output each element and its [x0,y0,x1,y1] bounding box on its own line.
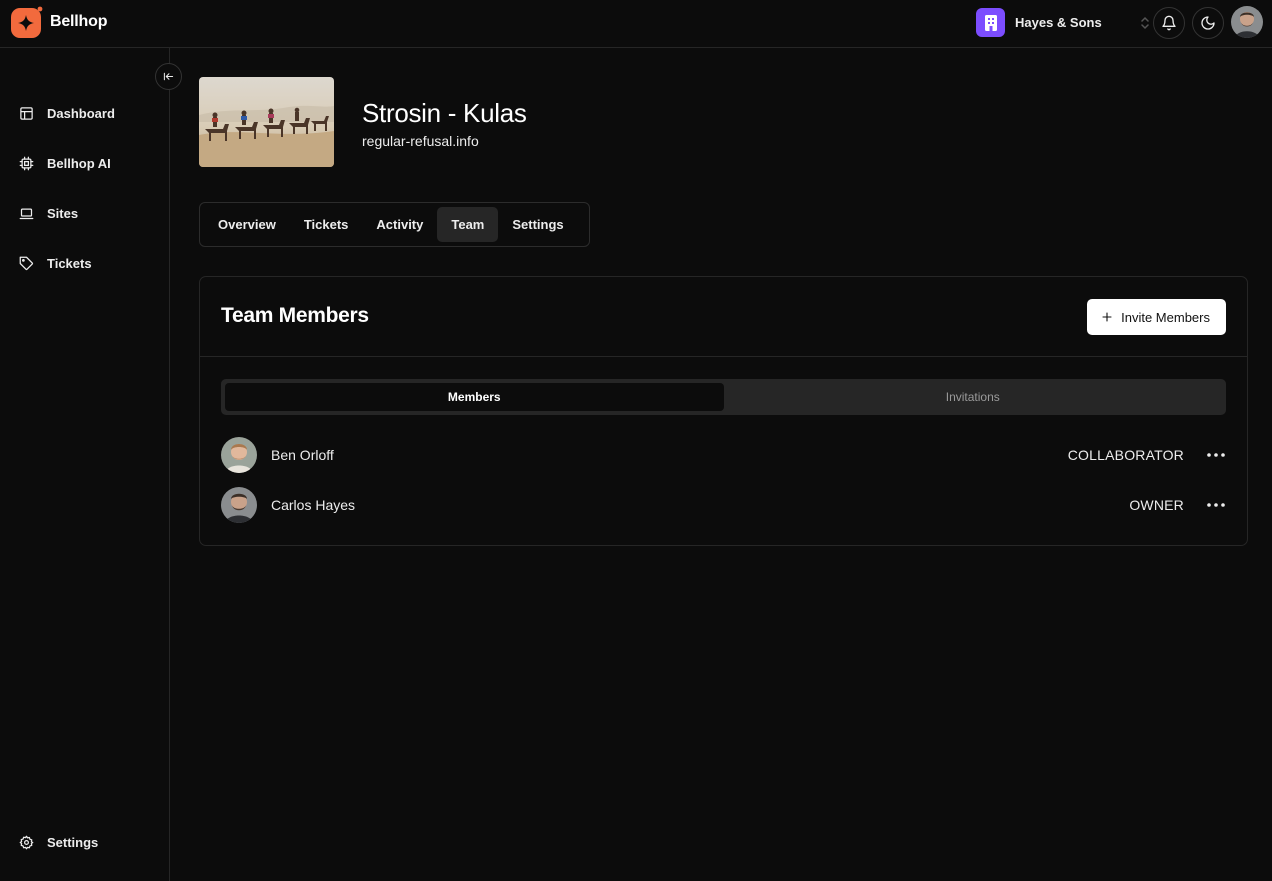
member-name: Ben Orloff [271,447,334,463]
ellipsis-icon [1207,503,1225,507]
segment-invitations[interactable]: Invitations [724,383,1223,411]
gear-icon [18,834,34,850]
arrow-left-to-line-icon [163,72,174,81]
member-role: COLLABORATOR [1067,447,1184,463]
team-members-card: Team Members Invite Members Members Invi… [199,276,1248,546]
sidebar-item-label: Dashboard [47,105,115,121]
organization-switcher[interactable]: Hayes & Sons [976,8,1151,37]
card-title: Team Members [221,304,369,327]
app-logo[interactable]: Bellhop [11,6,107,38]
laptop-icon [18,205,34,221]
member-name: Carlos Hayes [271,497,356,513]
collapse-sidebar-button[interactable] [155,63,182,90]
layout-icon [18,105,34,121]
app-name: Bellhop [50,13,108,30]
member-row: Ben Orloff COLLABORATOR [221,437,1226,473]
sidebar-item-dashboard[interactable]: Dashboard [18,103,115,123]
more-options-button[interactable] [1206,453,1226,457]
tab-activity[interactable]: Activity [362,207,437,242]
user-avatar[interactable] [1231,6,1263,38]
sidebar-item-bellhop-ai[interactable]: Bellhop AI [18,153,111,173]
plus-icon [1102,312,1112,322]
tab-team[interactable]: Team [437,207,499,242]
site-thumbnail [199,77,334,167]
sidebar-item-label: Settings [47,834,99,850]
top-bar: Bellhop Hayes & Sons [0,0,1272,48]
sidebar-item-label: Sites [47,205,79,221]
notifications-button[interactable] [1153,7,1185,39]
sidebar-item-settings[interactable]: Settings [18,832,98,852]
invite-members-label: Invite Members [1121,309,1210,325]
segment-members[interactable]: Members [225,383,724,411]
avatar [221,437,257,473]
page-title: Strosin - Kulas [362,98,527,128]
more-options-button[interactable] [1206,503,1226,507]
sidebar-item-sites[interactable]: Sites [18,203,78,223]
chevrons-up-down-icon [1141,16,1149,29]
tab-overview[interactable]: Overview [204,207,290,242]
ellipsis-icon [1207,453,1225,457]
theme-toggle-button[interactable] [1192,7,1224,39]
site-tabs: Overview Tickets Activity Team Settings [199,202,590,247]
sidebar: Dashboard Bellhop AI Sites Tickets Setti… [0,48,170,881]
sidebar-item-label: Bellhop AI [47,155,111,171]
bellhop-logo-icon [11,6,43,38]
tab-tickets[interactable]: Tickets [290,207,363,242]
avatar [221,487,257,523]
sidebar-item-tickets[interactable]: Tickets [18,253,92,273]
member-role: OWNER [1129,497,1184,513]
tab-settings[interactable]: Settings [498,207,577,242]
site-domain: regular-refusal.info [362,133,479,149]
members-segmented-control: Members Invitations [221,379,1226,415]
building-icon [976,8,1005,37]
card-header: Team Members Invite Members [200,277,1247,357]
sidebar-item-label: Tickets [47,255,92,271]
invite-members-button[interactable]: Invite Members [1087,299,1226,335]
cpu-icon [18,155,34,171]
bell-icon [1162,15,1176,31]
organization-name: Hayes & Sons [1015,15,1102,30]
tag-icon [18,255,34,271]
member-row: Carlos Hayes OWNER [221,487,1226,523]
moon-icon [1201,16,1215,30]
